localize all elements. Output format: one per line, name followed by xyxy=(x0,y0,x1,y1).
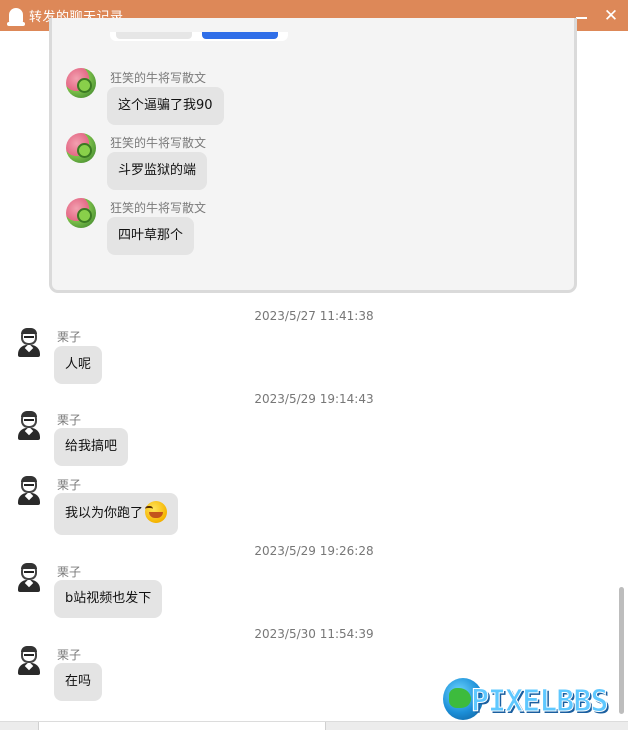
timestamp: 2023/5/27 11:41:38 xyxy=(254,309,374,323)
sender-name: 狂笑的牛将写散文 xyxy=(110,136,207,150)
message-bubble[interactable]: 给我搞吧 xyxy=(54,428,129,466)
avatar[interactable] xyxy=(66,68,96,98)
card-action-buttons xyxy=(110,32,288,41)
sender-name: 栗子 xyxy=(57,413,82,427)
minimize-icon xyxy=(575,16,587,19)
message-bubble[interactable]: 四叶草那个 xyxy=(107,217,195,255)
message-bubble[interactable]: 我以为你跑了 xyxy=(54,493,179,535)
timestamp: 2023/5/29 19:14:43 xyxy=(254,392,374,406)
message-bubble[interactable]: 在吗 xyxy=(54,663,103,701)
bottom-bar xyxy=(0,721,628,730)
message-bubble[interactable]: 人呢 xyxy=(54,346,103,384)
sender-name: 栗子 xyxy=(57,565,82,579)
timestamp: 2023/5/29 19:26:28 xyxy=(254,544,374,558)
avatar[interactable] xyxy=(66,198,96,228)
close-button[interactable]: ✕ xyxy=(596,0,626,31)
sender-name: 栗子 xyxy=(57,330,82,344)
avatar[interactable] xyxy=(66,133,96,163)
watermark-text: PIXELBBS xyxy=(471,684,609,720)
message-bubble[interactable]: 这个逼骗了我90 xyxy=(107,87,224,125)
message-text: 我以为你跑了 xyxy=(65,506,144,521)
avatar[interactable] xyxy=(17,411,41,441)
timestamp: 2023/5/30 11:54:39 xyxy=(254,627,374,641)
sender-name: 狂笑的牛将写散文 xyxy=(110,71,207,85)
message-bubble[interactable]: 斗罗监狱的端 xyxy=(107,152,208,190)
pixelbbs-watermark: PIXELBBS xyxy=(443,678,625,722)
avatar[interactable] xyxy=(17,646,41,676)
card-primary-button[interactable] xyxy=(202,32,278,39)
sender-name: 栗子 xyxy=(57,478,82,492)
avatar[interactable] xyxy=(17,476,41,506)
sender-name: 狂笑的牛将写散文 xyxy=(110,201,207,215)
qq-penguin-icon xyxy=(7,7,25,26)
bottom-input-area[interactable] xyxy=(38,722,326,730)
avatar[interactable] xyxy=(17,328,41,358)
sender-name: 栗子 xyxy=(57,648,82,662)
laughing-emoji-icon xyxy=(145,500,168,523)
card-secondary-button[interactable] xyxy=(116,32,192,39)
avatar[interactable] xyxy=(17,563,41,593)
message-bubble[interactable]: b站视频也发下 xyxy=(54,580,163,618)
